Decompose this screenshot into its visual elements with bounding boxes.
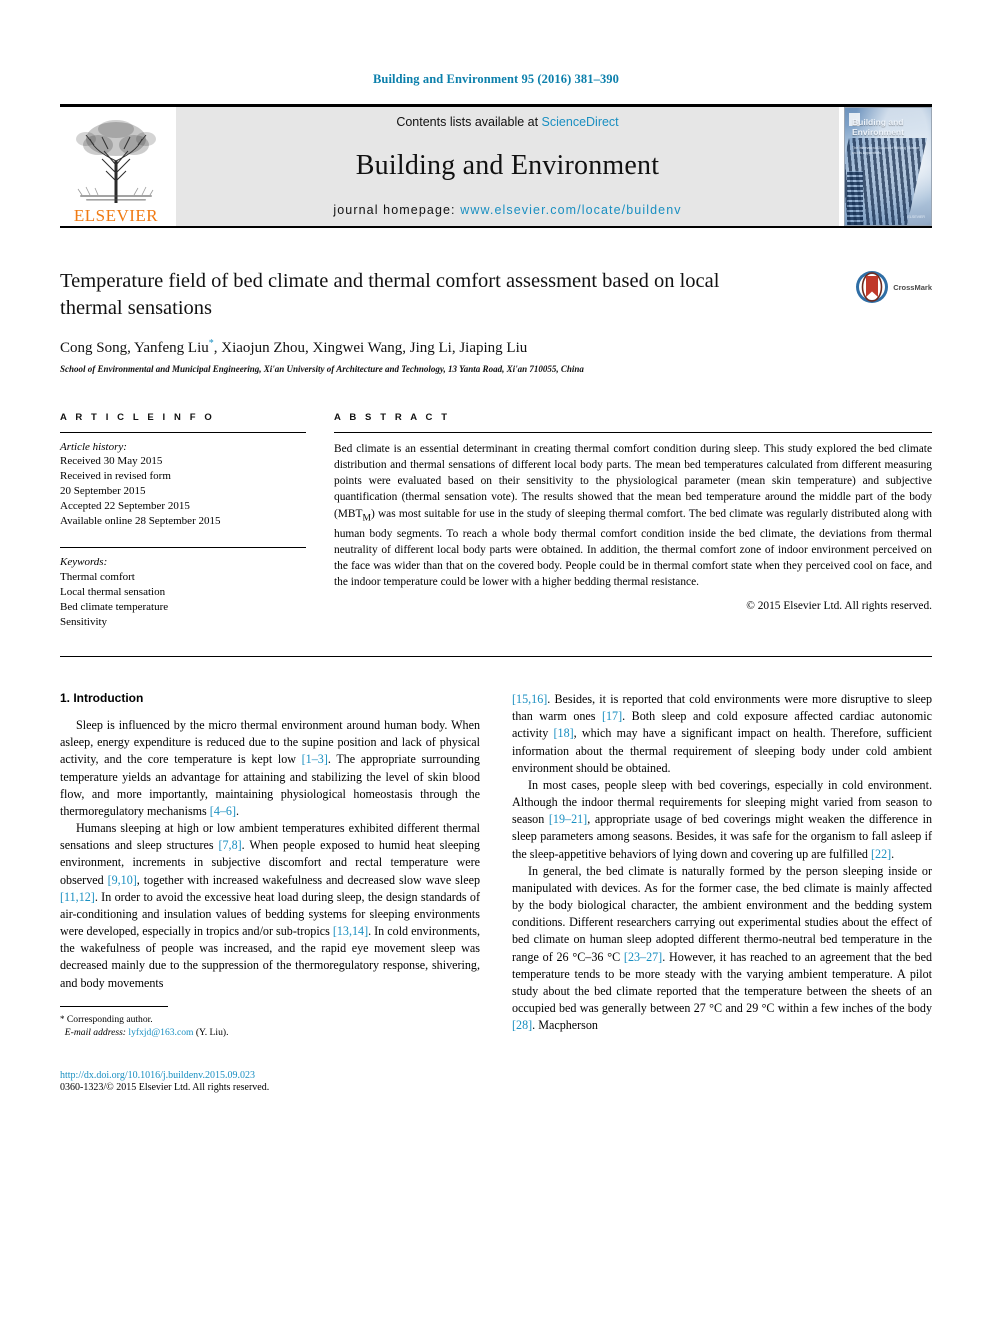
- abstract-rule: [334, 431, 932, 433]
- masthead-bottom-rule: [60, 226, 932, 228]
- citation-link[interactable]: [1–3]: [302, 752, 328, 766]
- paragraph: Sleep is influenced by the micro thermal…: [60, 717, 480, 820]
- contents-box: Contents lists available at ScienceDirec…: [176, 107, 839, 226]
- section-heading-introduction: 1. Introduction: [60, 690, 144, 705]
- article-info-rule: [60, 431, 306, 433]
- citation-link[interactable]: [18]: [554, 726, 574, 740]
- abstract-copyright: © 2015 Elsevier Ltd. All rights reserved…: [746, 599, 932, 612]
- cover-imprint: ELSEVIER: [907, 215, 925, 219]
- article-history-label: Article history:: [60, 440, 127, 453]
- history-item: Received 30 May 2015: [60, 455, 163, 468]
- elsevier-tree-icon: [76, 120, 156, 203]
- email-owner: (Y. Liu).: [193, 1027, 229, 1039]
- body-column-left: 1. Introduction Sleep is influenced by t…: [60, 691, 480, 1093]
- info-abstract-row: A R T I C L E I N F O Article history: R…: [60, 412, 932, 630]
- journal-title: Building and Environment: [355, 150, 660, 181]
- crossmark-icon: [856, 271, 889, 303]
- text-run: , together with increased wakefulness an…: [136, 872, 480, 887]
- keyword-item: Thermal comfort: [60, 571, 135, 584]
- citation-link[interactable]: [13,14]: [333, 924, 368, 938]
- abstract-column: A B S T R A C T Bed climate is an essent…: [334, 412, 932, 630]
- keywords-rule: [60, 547, 306, 549]
- history-item: Accepted 22 September 2015: [60, 500, 190, 513]
- footnote-separator: [60, 1005, 168, 1007]
- article-info-heading: A R T I C L E I N F O: [60, 411, 215, 423]
- citation-link[interactable]: [19–21]: [549, 812, 587, 826]
- title-block: Temperature field of bed climate and the…: [60, 268, 932, 374]
- citation-link[interactable]: [7,8]: [218, 838, 241, 852]
- issn-copyright: 0360-1323/© 2015 Elsevier Ltd. All right…: [60, 1081, 270, 1093]
- journal-cover-thumbnail: Building and Environment The Internation…: [844, 107, 932, 226]
- crossmark-badge[interactable]: CrossMark: [855, 270, 932, 304]
- paper-page: Building and Environment 95 (2016) 381–3…: [0, 0, 992, 1323]
- body-columns: 1. Introduction Sleep is influenced by t…: [60, 691, 932, 1093]
- citation-link[interactable]: [28]: [512, 1018, 532, 1032]
- paragraph: [15,16]. Besides, it is reported that co…: [512, 691, 932, 777]
- cover-title: Building and Environment: [852, 117, 904, 138]
- citation-link[interactable]: [23–27]: [624, 950, 662, 964]
- citation-link[interactable]: [17]: [602, 709, 622, 723]
- history-item: Available online 28 September 2015: [60, 515, 221, 528]
- citation-link[interactable]: [22]: [871, 847, 891, 861]
- article-info-column: A R T I C L E I N F O Article history: R…: [60, 412, 306, 630]
- text-run: , which may have a significant impact on…: [512, 726, 932, 775]
- crossmark-label: CrossMark: [893, 282, 932, 292]
- body-column-right: [15,16]. Besides, it is reported that co…: [512, 691, 932, 1093]
- abstract-text: Bed climate is an essential determinant …: [334, 441, 932, 591]
- page-title: Temperature field of bed climate and the…: [60, 270, 720, 320]
- citation-link[interactable]: [15,16]: [512, 692, 547, 706]
- homepage-prefix: journal homepage:: [333, 203, 461, 217]
- body-top-rule: [60, 655, 932, 657]
- contents-available-line: Contents lists available at ScienceDirec…: [396, 115, 618, 129]
- keywords-block: Keywords: Thermal comfort Local thermal …: [60, 555, 306, 630]
- abstract-subscript: M: [362, 512, 371, 523]
- keywords-label: Keywords:: [60, 556, 108, 569]
- cover-subtitle: The International Journal of Building Sc…: [852, 146, 920, 156]
- running-head: Building and Environment 95 (2016) 381–3…: [372, 72, 620, 86]
- abstract-part-2: ) was most suitable for use in the study…: [334, 507, 932, 589]
- abstract-heading: A B S T R A C T: [334, 411, 451, 423]
- affiliation: School of Environmental and Municipal En…: [60, 363, 584, 374]
- journal-homepage-line: journal homepage: www.elsevier.com/locat…: [333, 203, 681, 217]
- email-link[interactable]: lyfxjd@163.com: [128, 1027, 193, 1038]
- history-item: 20 September 2015: [60, 485, 146, 498]
- homepage-url-link[interactable]: www.elsevier.com/locate/buildenv: [460, 203, 681, 217]
- text-run: .: [236, 803, 240, 818]
- text-run: . Macpherson: [532, 1018, 598, 1033]
- paragraph: In most cases, people sleep with bed cov…: [512, 777, 932, 863]
- paragraph: Humans sleeping at high or low ambient t…: [60, 820, 480, 992]
- sciencedirect-link[interactable]: ScienceDirect: [542, 115, 619, 129]
- doi-link[interactable]: http://dx.doi.org/10.1016/j.buildenv.201…: [60, 1070, 480, 1081]
- footnote-label: Corresponding author.: [64, 1013, 153, 1025]
- citation-link[interactable]: [4–6]: [210, 804, 236, 818]
- elsevier-wordmark: ELSEVIER: [73, 206, 159, 225]
- authors-first: Cong Song, Yanfeng Liu: [60, 339, 209, 356]
- email-label: E-mail address:: [64, 1027, 126, 1039]
- history-item: Received in revised form: [60, 470, 171, 483]
- authors-remaining: , Xiaojun Zhou, Xingwei Wang, Jing Li, J…: [213, 339, 528, 356]
- citation-link[interactable]: [9,10]: [108, 873, 137, 887]
- elsevier-logo: ELSEVIER: [60, 107, 172, 226]
- corresponding-author-footnote: * Corresponding author. E-mail address: …: [60, 1013, 480, 1040]
- keyword-item: Sensitivity: [60, 616, 108, 629]
- author-list: Cong Song, Yanfeng Liu*, Xiaojun Zhou, X…: [60, 338, 932, 357]
- cover-building-tower: [847, 171, 863, 225]
- contents-prefix: Contents lists available at: [396, 115, 542, 129]
- keyword-item: Local thermal sensation: [60, 586, 166, 599]
- journal-masthead: ELSEVIER Contents lists available at Sci…: [60, 104, 932, 226]
- paragraph: In general, the bed climate is naturally…: [512, 863, 932, 1035]
- keyword-item: Bed climate temperature: [60, 601, 169, 614]
- citation-link[interactable]: [11,12]: [60, 890, 95, 904]
- text-run: .: [891, 846, 895, 861]
- article-history: Article history: Received 30 May 2015 Re…: [60, 440, 306, 530]
